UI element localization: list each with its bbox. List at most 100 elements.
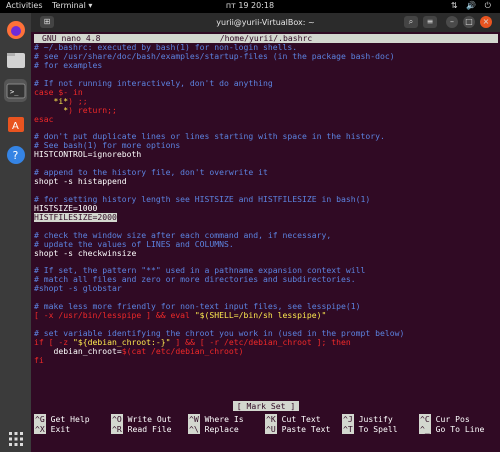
code-line[interactable]: # check the window size after each comma…: [34, 231, 498, 240]
shortcut-item[interactable]: ^_ Go To Line: [419, 424, 485, 434]
code-line[interactable]: # don't put duplicate lines or lines sta…: [34, 132, 498, 141]
code-line[interactable]: *i*) ;;: [34, 97, 498, 106]
code-token: # set variable identifying the chroot yo…: [34, 329, 405, 338]
shortcut-label: Get Help: [45, 414, 90, 424]
code-line[interactable]: # for setting history length see HISTSIZ…: [34, 195, 498, 204]
nano-editor[interactable]: GNU nano 4.8 /home/yurii/.bashrc # ~/.ba…: [34, 34, 498, 449]
clock[interactable]: пт 19 20:18: [0, 1, 500, 10]
code-token: # If set, the pattern "**" used in a pat…: [34, 266, 366, 276]
code-token: "${debian_chroot:-}": [72, 337, 171, 347]
dock: >_ A ?: [0, 13, 31, 452]
window-titlebar[interactable]: ⊞ yurii@yurii-VirtualBox: ~ ⌕ ≡ – □ ×: [31, 13, 500, 32]
code-line[interactable]: shopt -s checkwinsize: [34, 249, 498, 258]
shortcut-key: ^K: [265, 414, 277, 424]
shortcut-label: To Spell: [353, 424, 398, 434]
software-icon[interactable]: A: [4, 111, 27, 134]
code-token: fi: [34, 355, 44, 365]
code-line[interactable]: # for examples: [34, 61, 498, 70]
code-token: # see /usr/share/doc/bash/examples/start…: [34, 51, 395, 61]
menu-icon[interactable]: ≡: [423, 16, 437, 28]
code-line[interactable]: # update the values of LINES and COLUMNS…: [34, 240, 498, 249]
code-token: ] && [ -r /etc/debian_chroot ]; then: [170, 337, 351, 347]
shortcut-item[interactable]: ^W Where Is: [188, 414, 244, 424]
code-line[interactable]: [ -x /usr/bin/lesspipe ] && eval "$(SHEL…: [34, 311, 498, 320]
code-line[interactable]: esac: [34, 115, 498, 124]
shortcut-label: Justify: [353, 414, 393, 424]
shortcut-key: ^G: [34, 414, 46, 424]
code-line[interactable]: #shopt -s globstar: [34, 284, 498, 293]
shortcut-key: ^X: [34, 424, 46, 434]
code-line[interactable]: HISTFILESIZE=2000: [34, 212, 498, 222]
shortcut-item[interactable]: ^X Exit: [34, 424, 70, 434]
shortcut-bar: ^G Get Help ^O Write Out ^W Where Is ^K Cut…: [34, 414, 498, 435]
code-line[interactable]: [34, 70, 498, 79]
code-token: # for examples: [34, 60, 103, 70]
shortcut-item[interactable]: ^T To Spell: [342, 424, 398, 434]
shortcut-key: ^W: [188, 414, 200, 424]
code-token: # append to the history file, don't over…: [34, 168, 268, 178]
code-line[interactable]: HISTSIZE=1000: [34, 204, 498, 213]
shortcut-item[interactable]: ^J Justify: [342, 414, 393, 424]
code-line[interactable]: [34, 123, 498, 132]
shortcut-key: ^C: [419, 414, 431, 424]
code-token: # update the values of LINES and COLUMNS…: [34, 239, 234, 249]
shortcut-label: Paste Text: [276, 424, 331, 434]
code-line[interactable]: shopt -s histappend: [34, 177, 498, 186]
code-line[interactable]: # If set, the pattern "**" used in a pat…: [34, 266, 498, 275]
code-line[interactable]: # set variable identifying the chroot yo…: [34, 329, 498, 338]
terminal-icon[interactable]: >_: [4, 79, 27, 102]
shortcut-label: Cur Pos: [430, 414, 470, 424]
code-line[interactable]: fi: [34, 356, 498, 365]
code-token: *i*: [53, 96, 69, 106]
minimize-icon[interactable]: –: [446, 16, 458, 28]
shortcut-item[interactable]: ^G Get Help: [34, 414, 90, 424]
code-line[interactable]: debian_chroot=$(cat /etc/debian_chroot): [34, 347, 498, 356]
editor-text-area[interactable]: # ~/.bashrc: executed by bash(1) for non…: [34, 43, 498, 365]
code-token: # ~/.bashrc: executed by bash(1) for non…: [34, 43, 298, 52]
shortcut-label: Go To Line: [430, 424, 485, 434]
maximize-icon[interactable]: □: [463, 16, 475, 28]
code-token: HISTCONTROL=ignoreboth: [34, 150, 142, 160]
files-icon[interactable]: [4, 48, 27, 71]
code-line[interactable]: # ~/.bashrc: executed by bash(1) for non…: [34, 43, 498, 52]
code-line[interactable]: [34, 222, 498, 231]
code-line[interactable]: [34, 258, 498, 267]
code-line[interactable]: [34, 159, 498, 168]
code-line[interactable]: # see /usr/share/doc/bash/examples/start…: [34, 52, 498, 61]
shortcut-item[interactable]: ^C Cur Pos: [419, 414, 470, 424]
shortcut-key: ^U: [265, 424, 277, 434]
code-token: if [ -z: [34, 337, 73, 347]
code-line[interactable]: # match all files and zero or more direc…: [34, 275, 498, 284]
system-tray[interactable]: ⇅ 🔊 ⏻: [451, 1, 494, 11]
shortcut-item[interactable]: ^O Write Out: [111, 414, 171, 424]
code-line[interactable]: *) return;;: [34, 106, 498, 115]
shortcut-item[interactable]: ^U Paste Text: [265, 424, 331, 434]
firefox-icon[interactable]: [4, 18, 27, 41]
code-line[interactable]: [34, 293, 498, 302]
nano-filename: /home/yurii/.bashrc: [219, 33, 313, 43]
code-line[interactable]: if [ -z "${debian_chroot:-}" ] && [ -r /…: [34, 338, 498, 347]
code-line[interactable]: case $- in: [34, 88, 498, 97]
search-icon[interactable]: ⌕: [404, 16, 418, 28]
help-icon[interactable]: ?: [4, 143, 27, 166]
code-line[interactable]: HISTCONTROL=ignoreboth: [34, 150, 498, 159]
shortcut-label: Where Is: [199, 414, 244, 424]
code-token: ) return;;: [68, 105, 117, 115]
code-line[interactable]: [34, 186, 498, 195]
shortcut-key: ^J: [342, 414, 354, 424]
code-line[interactable]: [34, 320, 498, 329]
code-line[interactable]: # If not running interactively, don't do…: [34, 79, 498, 88]
code-token: esac: [34, 114, 54, 124]
code-line[interactable]: # See bash(1) for more options: [34, 141, 498, 150]
code-token: # don't put duplicate lines or lines sta…: [34, 132, 385, 142]
shortcut-item[interactable]: ^K Cut Text: [265, 414, 321, 424]
code-line[interactable]: # make less more friendly for non-text i…: [34, 302, 498, 311]
shortcut-item[interactable]: ^\ Replace: [188, 424, 239, 434]
code-token: case $- in: [34, 87, 83, 97]
apps-grid-icon[interactable]: [4, 427, 27, 450]
close-icon[interactable]: ×: [480, 16, 492, 28]
shortcut-item[interactable]: ^R Read File: [111, 424, 171, 434]
shortcut-key: ^O: [111, 414, 123, 424]
code-line[interactable]: # append to the history file, don't over…: [34, 168, 498, 177]
shortcut-row: ^X Exit ^R Read File ^\ Replace ^U Paste Te…: [34, 424, 498, 435]
